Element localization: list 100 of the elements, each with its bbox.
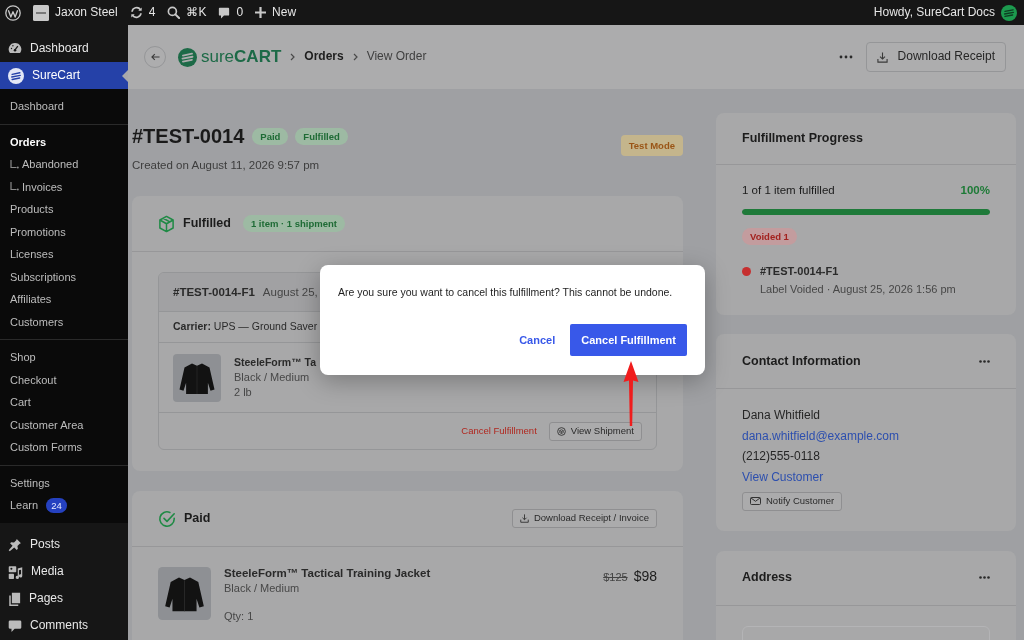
box-icon (158, 214, 175, 233)
indent-corner-icon (10, 182, 19, 192)
site-name-link[interactable]: Jaxon Steel (33, 4, 118, 21)
product-quantity: Qty: 1 (224, 609, 254, 624)
menu-item[interactable]: SureCart (0, 62, 128, 89)
test-mode-badge: Test Mode (620, 135, 683, 156)
submenu-item[interactable]: Learn 24 (0, 494, 128, 517)
breadcrumb-link[interactable]: View Order (366, 49, 427, 65)
striped-circle-icon (8, 67, 24, 84)
indent-corner-icon (10, 159, 19, 169)
menu-item[interactable]: Pages (0, 585, 128, 613)
dialog-message: Are you sure you want to cancel this fulfillment? This cannot be undone. (338, 285, 674, 299)
voided-badge: Voided 1 (742, 228, 797, 245)
submenu-item[interactable]: Products (0, 198, 128, 221)
logo-icon (178, 47, 197, 67)
cube-circle-icon (556, 426, 566, 436)
menu-item[interactable]: Media (0, 558, 128, 586)
submenu-item[interactable]: Promotions (0, 220, 128, 243)
jacket-drawing (173, 354, 221, 402)
chevron-right-icon (290, 53, 296, 61)
product-name: SteeleForm™ Tactical Training Jacket (224, 566, 431, 581)
refresh-icon (129, 6, 143, 19)
more-icon[interactable] (979, 576, 990, 579)
speech-bubble-icon (218, 6, 231, 19)
submenu-item[interactable]: Invoices (0, 175, 128, 198)
submenu-item[interactable]: Cart (0, 391, 128, 414)
submenu-item[interactable]: Customers (0, 310, 128, 333)
updates-link[interactable]: 4 (129, 4, 156, 21)
sale-price: $98 (633, 567, 657, 586)
more-icon[interactable] (979, 359, 990, 363)
fulfilled-count: 1 of 1 item fulfilled (742, 183, 835, 197)
new-link[interactable]: New (255, 4, 297, 21)
menu-item[interactable]: Comments (0, 612, 128, 640)
status-badge: Paid (252, 127, 289, 145)
phone-number: (212)555-0118 (742, 448, 820, 464)
confirm-button[interactable]: Cancel Fulfillment (570, 324, 687, 356)
card-title: Fulfillment Progress (742, 130, 863, 147)
submenu-item[interactable]: Settings (0, 471, 128, 494)
submenu-item[interactable]: Orders (0, 130, 128, 153)
order-number: #TEST-0014 (132, 124, 245, 149)
product-name: SteeleForm™ Ta (234, 355, 317, 370)
check-circle-icon (158, 509, 176, 528)
card-title: Fulfilled (183, 215, 231, 232)
envelope-icon (750, 497, 761, 505)
media-icon (8, 564, 23, 580)
comments-link[interactable]: 0 (218, 4, 244, 21)
pages-icon (8, 591, 21, 607)
search-icon (167, 6, 181, 19)
submenu-item[interactable]: Custom Forms (0, 436, 128, 459)
logo-icon[interactable] (5, 4, 21, 21)
menu-item[interactable]: Dashboard (0, 35, 128, 62)
pin-icon (8, 538, 22, 552)
event-detail: Label Voided · August 25, 2026 1:56 pm (760, 282, 956, 296)
logo-text: sureCART (201, 45, 282, 68)
jacket-drawing (158, 567, 211, 620)
shipment-id: #TEST-0014-F1 (173, 284, 255, 300)
event-title: #TEST-0014-F1 (760, 264, 840, 278)
annotation-arrow (623, 361, 639, 426)
customer-name: Dana Whitfield (742, 407, 821, 423)
chevron-right-icon (352, 53, 358, 61)
speech-bubble-icon (8, 619, 22, 633)
view-shipment-button[interactable]: View Shipment (548, 421, 642, 441)
product-variant: Black / Medium (224, 581, 300, 596)
download-invoice-button[interactable]: Download Receipt / Invoice (511, 509, 657, 528)
arrow-left-icon (150, 53, 160, 61)
menu-item[interactable]: Posts (0, 531, 128, 559)
download-receipt-button[interactable]: Download Receipt (865, 42, 1006, 72)
more-icon[interactable] (838, 55, 853, 59)
original-price: $125 (603, 570, 628, 585)
submenu-item[interactable]: Shop (0, 346, 128, 369)
percent-text: 100% (960, 183, 990, 197)
product-weight: 2 lb (234, 385, 252, 400)
carrier-text: Carrier: UPS — Ground Saver (173, 320, 318, 334)
created-date: Created on August 11, 2026 9:57 pm (132, 158, 320, 173)
submenu-item[interactable]: Dashboard (0, 95, 128, 118)
download-icon (876, 51, 888, 63)
download-icon (519, 514, 529, 523)
shipment-count-badge: 1 item · 1 shipment (242, 215, 345, 232)
shipment-date: August 25, (262, 284, 318, 300)
plus-icon (255, 7, 267, 18)
card-title: Address (742, 569, 793, 586)
gauge-icon (8, 42, 22, 55)
cancel-button[interactable]: Cancel (519, 332, 556, 348)
submenu-item[interactable]: Licenses (0, 243, 128, 266)
breadcrumb-link[interactable]: Orders (304, 49, 344, 65)
account-link[interactable]: Howdy, SureCart Docs (873, 4, 1017, 21)
notify-customer-button[interactable]: Notify Customer (742, 491, 843, 511)
card-title: Contact Information (742, 352, 861, 370)
submenu-item[interactable]: Checkout (0, 368, 128, 391)
status-badge: Fulfilled (295, 127, 348, 145)
product-variant: Black / Medium (234, 370, 310, 385)
count-badge: 24 (46, 497, 67, 513)
submenu-item[interactable]: Subscriptions (0, 265, 128, 288)
submenu-item[interactable]: Abandoned (0, 153, 128, 176)
card-title: Paid (184, 510, 211, 527)
submenu-item[interactable]: Customer Area (0, 413, 128, 436)
site-thumbnail-icon (33, 4, 49, 21)
search-link[interactable]: ⌘K (167, 4, 207, 21)
avatar-icon (1001, 4, 1017, 21)
submenu-item[interactable]: Affiliates (0, 288, 128, 311)
